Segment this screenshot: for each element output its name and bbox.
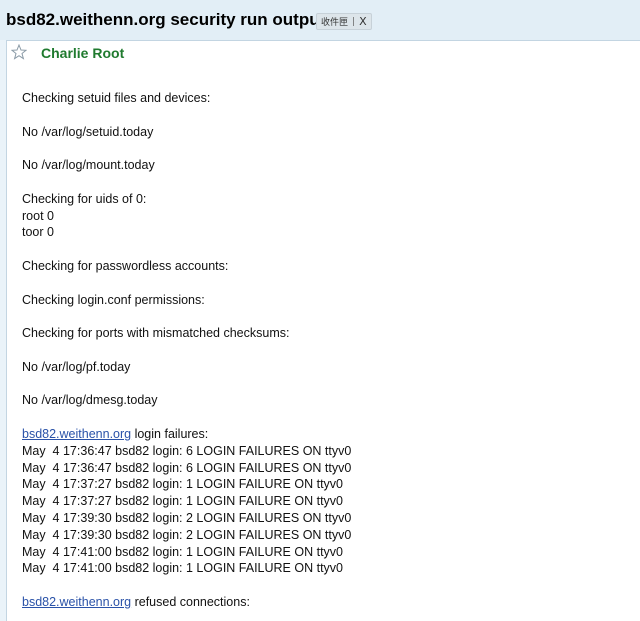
message-subject: bsd82.weithenn.org security run output (6, 10, 326, 29)
message-body: Checking setuid files and devices: No /v… (22, 90, 622, 611)
host-link[interactable]: bsd82.weithenn.org (22, 595, 131, 609)
uids-heading: Checking for uids of 0: (22, 191, 147, 206)
passwordless-heading: Checking for passwordless accounts: (22, 258, 229, 273)
remove-label-icon[interactable]: X (359, 15, 367, 28)
no-dmesg-line: No /var/log/dmesg.today (22, 393, 158, 408)
sender-name[interactable]: Charlie Root (41, 45, 124, 61)
no-pf-line: No /var/log/pf.today (22, 359, 131, 374)
login-failures-heading: bsd82.weithenn.org login failures: (22, 426, 622, 443)
ports-heading: Checking for ports with mismatched check… (22, 326, 290, 341)
setuid-heading: Checking setuid files and devices: (22, 91, 211, 105)
inbox-label-chip[interactable]: 收件匣 | X (316, 13, 372, 30)
login-failures-label: login failures: (131, 426, 209, 441)
loginconf-heading: Checking login.conf permissions: (22, 292, 205, 307)
login-failure-line: May 4 17:39:30 bsd82 login: 2 LOGIN FAIL… (22, 527, 352, 542)
star-icon[interactable] (11, 44, 27, 60)
no-mount-line: No /var/log/mount.today (22, 158, 155, 173)
login-failure-line: May 4 17:37:27 bsd82 login: 1 LOGIN FAIL… (22, 494, 343, 509)
label-divider: | (352, 16, 356, 27)
message-card: Charlie Root Checking setuid files and d… (6, 40, 640, 621)
login-failure-line: May 4 17:37:27 bsd82 login: 1 LOGIN FAIL… (22, 477, 343, 492)
login-failure-line: May 4 17:36:47 bsd82 login: 6 LOGIN FAIL… (22, 460, 352, 475)
login-failure-line: May 4 17:36:47 bsd82 login: 6 LOGIN FAIL… (22, 443, 352, 458)
login-failure-line: May 4 17:39:30 bsd82 login: 2 LOGIN FAIL… (22, 510, 352, 525)
inbox-label-text[interactable]: 收件匣 (321, 15, 348, 28)
uid-root-line: root 0 (22, 208, 54, 223)
no-setuid-line: No /var/log/setuid.today (22, 124, 154, 139)
uid-toor-line: toor 0 (22, 225, 54, 240)
message-header: bsd82.weithenn.org security run output 收… (0, 0, 640, 40)
host-link[interactable]: bsd82.weithenn.org (22, 427, 131, 441)
login-failure-line: May 4 17:41:00 bsd82 login: 1 LOGIN FAIL… (22, 561, 343, 576)
refused-heading: bsd82.weithenn.org refused connections: (22, 594, 622, 611)
refused-label: refused connections: (131, 594, 250, 609)
login-failure-line: May 4 17:41:00 bsd82 login: 1 LOGIN FAIL… (22, 544, 343, 559)
